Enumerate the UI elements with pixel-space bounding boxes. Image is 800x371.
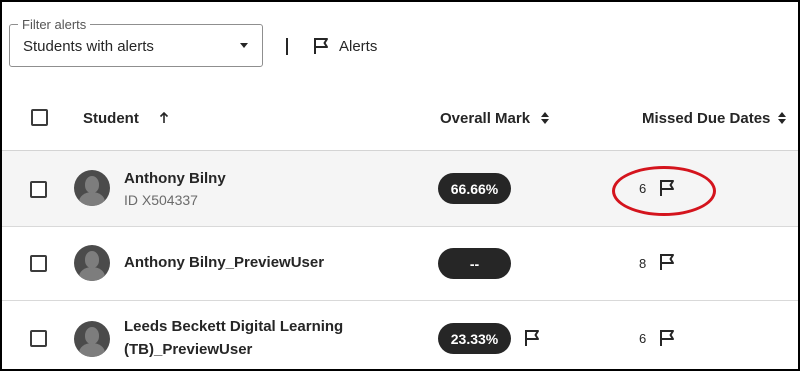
sort-icon[interactable]	[778, 112, 786, 124]
caret-down-icon	[240, 43, 248, 48]
student-name-line2[interactable]: (TB)_PreviewUser	[124, 339, 252, 361]
table-row: Anthony Bilny ID X504337 66.66% 6	[2, 151, 798, 227]
flag-icon	[525, 330, 539, 346]
missed-due-dates-count: 6	[639, 331, 647, 346]
flag-icon	[314, 38, 328, 54]
overall-mark-badge[interactable]: 66.66%	[438, 173, 511, 204]
table-row: Anthony Bilny_PreviewUser -- 8	[2, 227, 798, 301]
filter-alerts-select[interactable]: Filter alerts Students with alerts	[9, 17, 263, 67]
column-header-overall-mark[interactable]: Overall Mark	[440, 110, 530, 127]
overall-mark-badge[interactable]: 23.33%	[438, 323, 511, 354]
row-checkbox[interactable]	[30, 330, 47, 347]
avatar	[74, 170, 110, 206]
toolbar-divider	[286, 38, 288, 55]
row-checkbox[interactable]	[30, 181, 47, 198]
students-alerts-panel: Filter alerts Students with alerts Alert…	[0, 0, 800, 371]
avatar	[74, 245, 110, 281]
alerts-button-label: Alerts	[339, 37, 378, 55]
row-checkbox[interactable]	[30, 255, 47, 272]
avatar	[74, 321, 110, 357]
flag-icon	[660, 180, 674, 196]
arrow-up-icon[interactable]	[159, 112, 169, 124]
column-header-student[interactable]: Student	[83, 110, 139, 127]
missed-due-dates-count: 8	[639, 256, 647, 271]
overall-mark-badge[interactable]: --	[438, 248, 511, 279]
student-name[interactable]: Anthony Bilny	[124, 168, 226, 190]
select-all-checkbox[interactable]	[31, 109, 48, 126]
alerts-button[interactable]: Alerts	[313, 36, 377, 56]
flag-icon	[660, 330, 674, 346]
table-header: Student Overall Mark Missed Due Dates	[2, 92, 798, 151]
student-name[interactable]: Anthony Bilny_PreviewUser	[124, 252, 324, 274]
missed-due-dates-count: 6	[639, 181, 647, 196]
table-row: Leeds Beckett Digital Learning (TB)_Prev…	[2, 301, 798, 369]
sort-icon[interactable]	[541, 112, 549, 124]
filter-alerts-value: Students with alerts	[23, 38, 154, 55]
flag-icon	[660, 254, 674, 270]
student-name-line1[interactable]: Leeds Beckett Digital Learning	[124, 316, 343, 338]
filter-alerts-legend: Filter alerts	[18, 17, 91, 32]
column-header-missed-due-dates[interactable]: Missed Due Dates	[642, 110, 770, 127]
student-id: ID X504337	[124, 192, 198, 208]
